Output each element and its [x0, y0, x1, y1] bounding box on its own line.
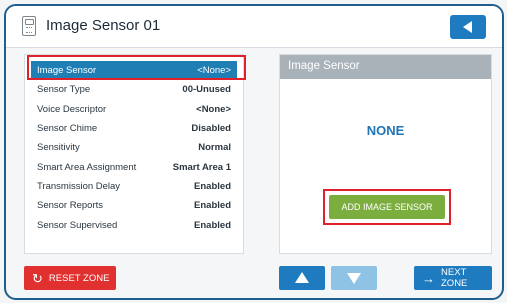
sensor-device-icon	[22, 16, 36, 36]
setting-value: 00-Unused	[182, 84, 231, 96]
up-triangle-icon	[295, 272, 309, 283]
setting-value: Enabled	[194, 219, 231, 231]
setting-value: Disabled	[191, 123, 231, 135]
back-button[interactable]	[450, 15, 486, 39]
setting-row-sensor-type[interactable]: Sensor Type 00-Unused	[31, 80, 237, 99]
down-triangle-icon	[347, 273, 361, 284]
settings-list: Image Sensor <None> Sensor Type 00-Unuse…	[24, 54, 244, 254]
reset-zone-label: RESET ZONE	[48, 272, 110, 284]
right-arrow-icon: →	[422, 270, 435, 286]
setting-label: Smart Area Assignment	[37, 161, 137, 173]
setting-row-sensor-chime[interactable]: Sensor Chime Disabled	[31, 119, 237, 138]
setting-label: Transmission Delay	[37, 180, 121, 192]
setting-row-sensor-reports[interactable]: Sensor Reports Enabled	[31, 196, 237, 215]
setting-value: Smart Area 1	[172, 161, 231, 173]
setting-value: <None>	[197, 65, 231, 77]
setting-label: Sensor Reports	[37, 200, 104, 212]
reset-arrow-icon: ↻	[32, 270, 43, 286]
setting-row-sensitivity[interactable]: Sensitivity Normal	[31, 138, 237, 157]
setting-value: Enabled	[194, 200, 231, 212]
next-zone-label: NEXT ZONE	[441, 267, 468, 289]
add-image-sensor-button[interactable]: ADD IMAGE SENSOR	[329, 195, 445, 219]
setting-label: Sensor Supervised	[37, 219, 118, 231]
next-item-button[interactable]	[331, 266, 377, 290]
setting-row-smart-area-assignment[interactable]: Smart Area Assignment Smart Area 1	[31, 158, 237, 177]
detail-panel: Image Sensor NONE ADD IMAGE SENSOR	[279, 54, 492, 254]
reset-zone-button[interactable]: ↻ RESET ZONE	[24, 266, 116, 290]
page-title: Image Sensor 01	[46, 17, 161, 34]
setting-row-sensor-supervised[interactable]: Sensor Supervised Enabled	[31, 215, 237, 234]
setting-label: Sensor Type	[37, 84, 91, 96]
header-bar: Image Sensor 01	[6, 6, 502, 48]
setting-row-transmission-delay[interactable]: Transmission Delay Enabled	[31, 177, 237, 196]
panel-header: Image Sensor	[280, 55, 491, 79]
next-zone-button[interactable]: → NEXT ZONE	[414, 266, 492, 290]
setting-value: Enabled	[194, 180, 231, 192]
current-value: NONE	[366, 123, 405, 138]
setting-value: <None>	[196, 103, 231, 115]
setting-label: Image Sensor	[37, 65, 97, 77]
setting-value: Normal	[198, 142, 231, 154]
setting-label: Sensor Chime	[37, 123, 98, 135]
add-button-highlight: ADD IMAGE SENSOR	[323, 189, 451, 225]
previous-button[interactable]	[279, 266, 325, 290]
setting-label: Sensitivity	[37, 142, 80, 154]
left-triangle-icon	[463, 21, 472, 33]
setting-label: Voice Descriptor	[37, 103, 107, 115]
setting-row-image-sensor[interactable]: Image Sensor <None>	[31, 61, 237, 81]
setting-row-voice-descriptor[interactable]: Voice Descriptor <None>	[31, 100, 237, 119]
